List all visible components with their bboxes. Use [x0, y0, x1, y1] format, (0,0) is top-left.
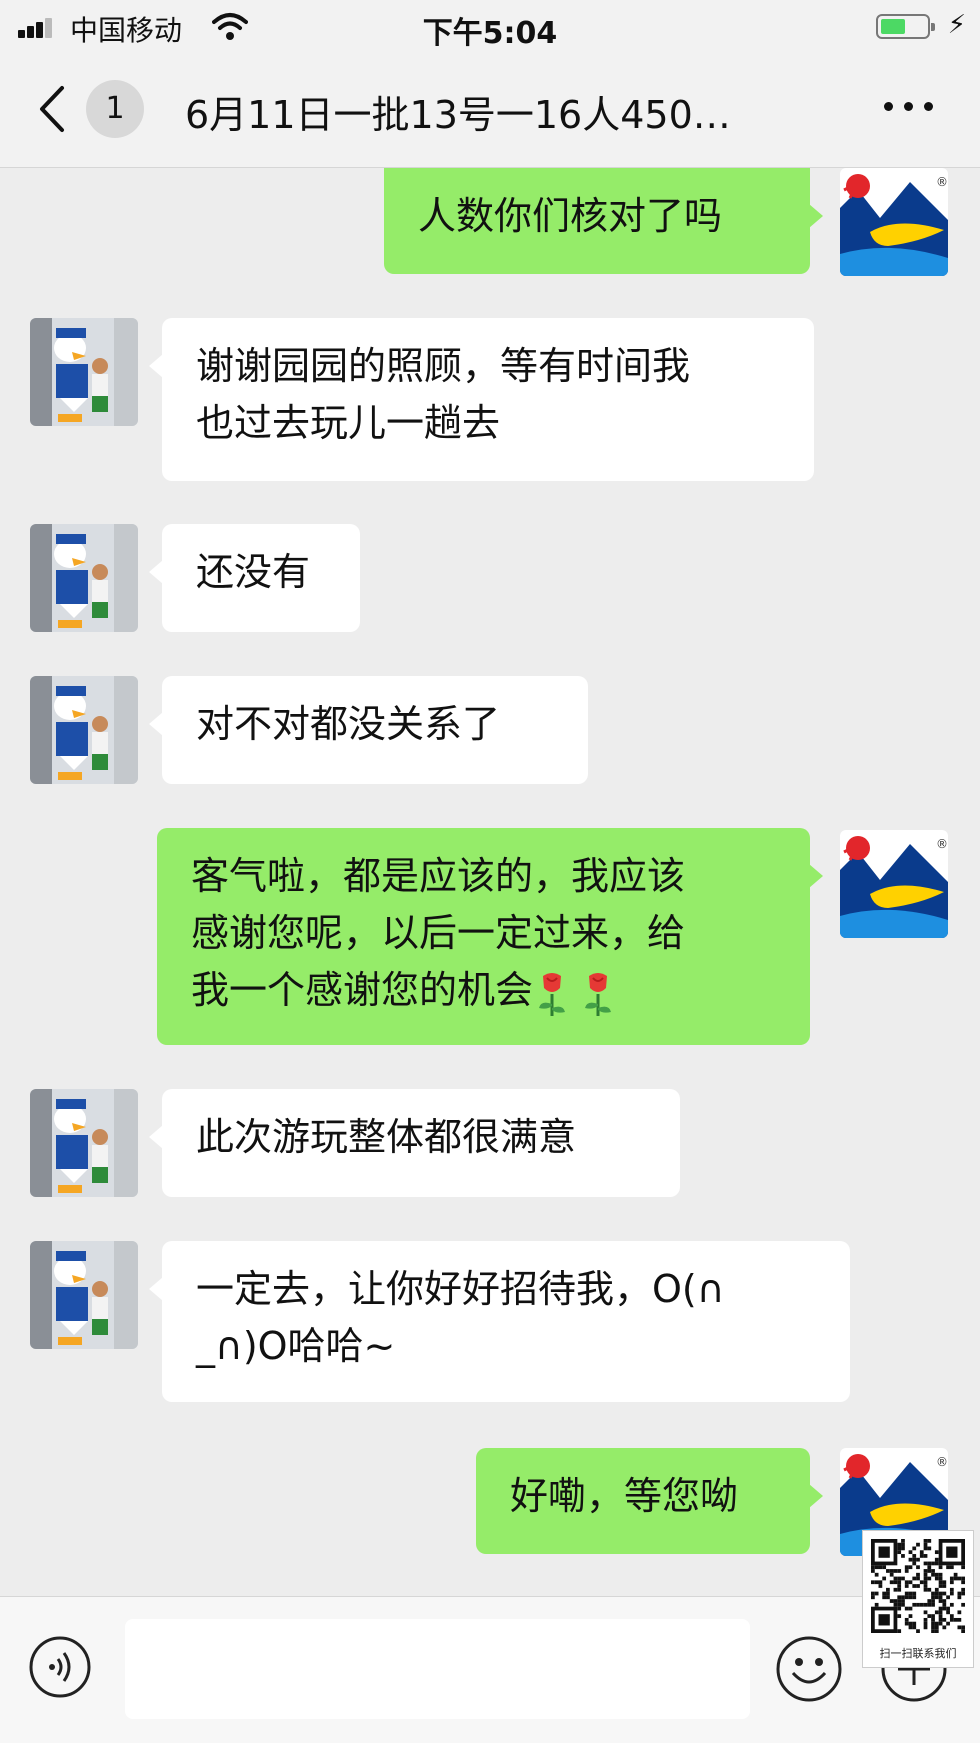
incoming-bubble[interactable]: 对不对都没关系了: [149, 676, 588, 784]
self-avatar[interactable]: ®: [840, 830, 948, 938]
incoming-bubble[interactable]: 此次游玩整体都很满意: [149, 1089, 680, 1197]
outgoing-bubble[interactable]: 客气啦，都是应该的，我应该 感谢您呢，以后一定过来，给 我一个感谢您的机会: [157, 828, 823, 1045]
unread-badge[interactable]: 1: [86, 80, 144, 138]
message-text: 人数你们核对了吗: [418, 194, 723, 238]
more-dots-icon[interactable]: [884, 96, 934, 116]
message-text-line: 也过去玩儿一趟去: [196, 401, 501, 445]
incoming-bubble[interactable]: 谢谢园园的照顾，等有时间我 也过去玩儿一趟去: [149, 318, 814, 481]
chat-header: 1 6月11日一批13号一16人450…: [0, 54, 980, 168]
svg-text:®: ®: [936, 1455, 948, 1469]
contact-avatar[interactable]: [30, 318, 138, 426]
contact-avatar[interactable]: [30, 1241, 138, 1349]
message-text: 好嘞，等您呦: [510, 1474, 739, 1518]
outgoing-bubble[interactable]: 人数你们核对了吗: [384, 168, 823, 274]
message-text-line: 感谢您呢，以后一定过来，给: [191, 911, 686, 955]
message-text: 对不对都没关系了: [196, 702, 501, 746]
message-text-line: 我一个感谢您的机会: [191, 962, 776, 1019]
svg-text:®: ®: [936, 175, 948, 189]
contact-avatar[interactable]: [30, 524, 138, 632]
self-avatar[interactable]: ®: [840, 168, 948, 276]
rose-emoji: [539, 972, 566, 1016]
message-text-line: 谢谢园园的照顾，等有时间我: [196, 344, 691, 388]
svg-text:®: ®: [936, 837, 948, 851]
incoming-bubble[interactable]: 还没有: [149, 524, 360, 632]
contact-avatar[interactable]: [30, 1089, 138, 1197]
clock: 下午5:04: [422, 16, 558, 51]
qr-code-icon: [871, 1539, 965, 1633]
outgoing-bubble[interactable]: 好嘞，等您呦: [476, 1448, 823, 1554]
message-text-line: 客气啦，都是应该的，我应该: [191, 854, 686, 898]
contact-avatar[interactable]: [30, 676, 138, 784]
chevron-left-icon[interactable]: [34, 84, 74, 134]
charging-bolt-icon: ⚡: [947, 10, 966, 40]
message-text-line: _∩)O哈哈~: [196, 1324, 396, 1368]
emoji-icon[interactable]: [775, 1635, 843, 1703]
battery-icon: [876, 14, 935, 39]
message-input[interactable]: [125, 1619, 750, 1719]
incoming-bubble[interactable]: 一定去，让你好好招待我，O(∩ _∩)O哈哈~: [149, 1241, 850, 1402]
voice-icon[interactable]: [28, 1635, 92, 1699]
chat-title: 6月11日一批13号一16人450…: [185, 93, 731, 137]
qr-code-overlay: 扫一扫联系我们: [862, 1530, 974, 1668]
message-text: 此次游玩整体都很满意: [196, 1115, 577, 1159]
rose-emoji: [585, 972, 612, 1016]
status-bar: 中国移动 下午5:04 ⚡: [0, 0, 980, 54]
input-bar: [0, 1596, 980, 1743]
message-text-line: 一定去，让你好好招待我，O(∩: [196, 1267, 725, 1311]
qr-caption: 扫一扫联系我们: [879, 1647, 957, 1660]
message-text: 还没有: [196, 550, 311, 594]
